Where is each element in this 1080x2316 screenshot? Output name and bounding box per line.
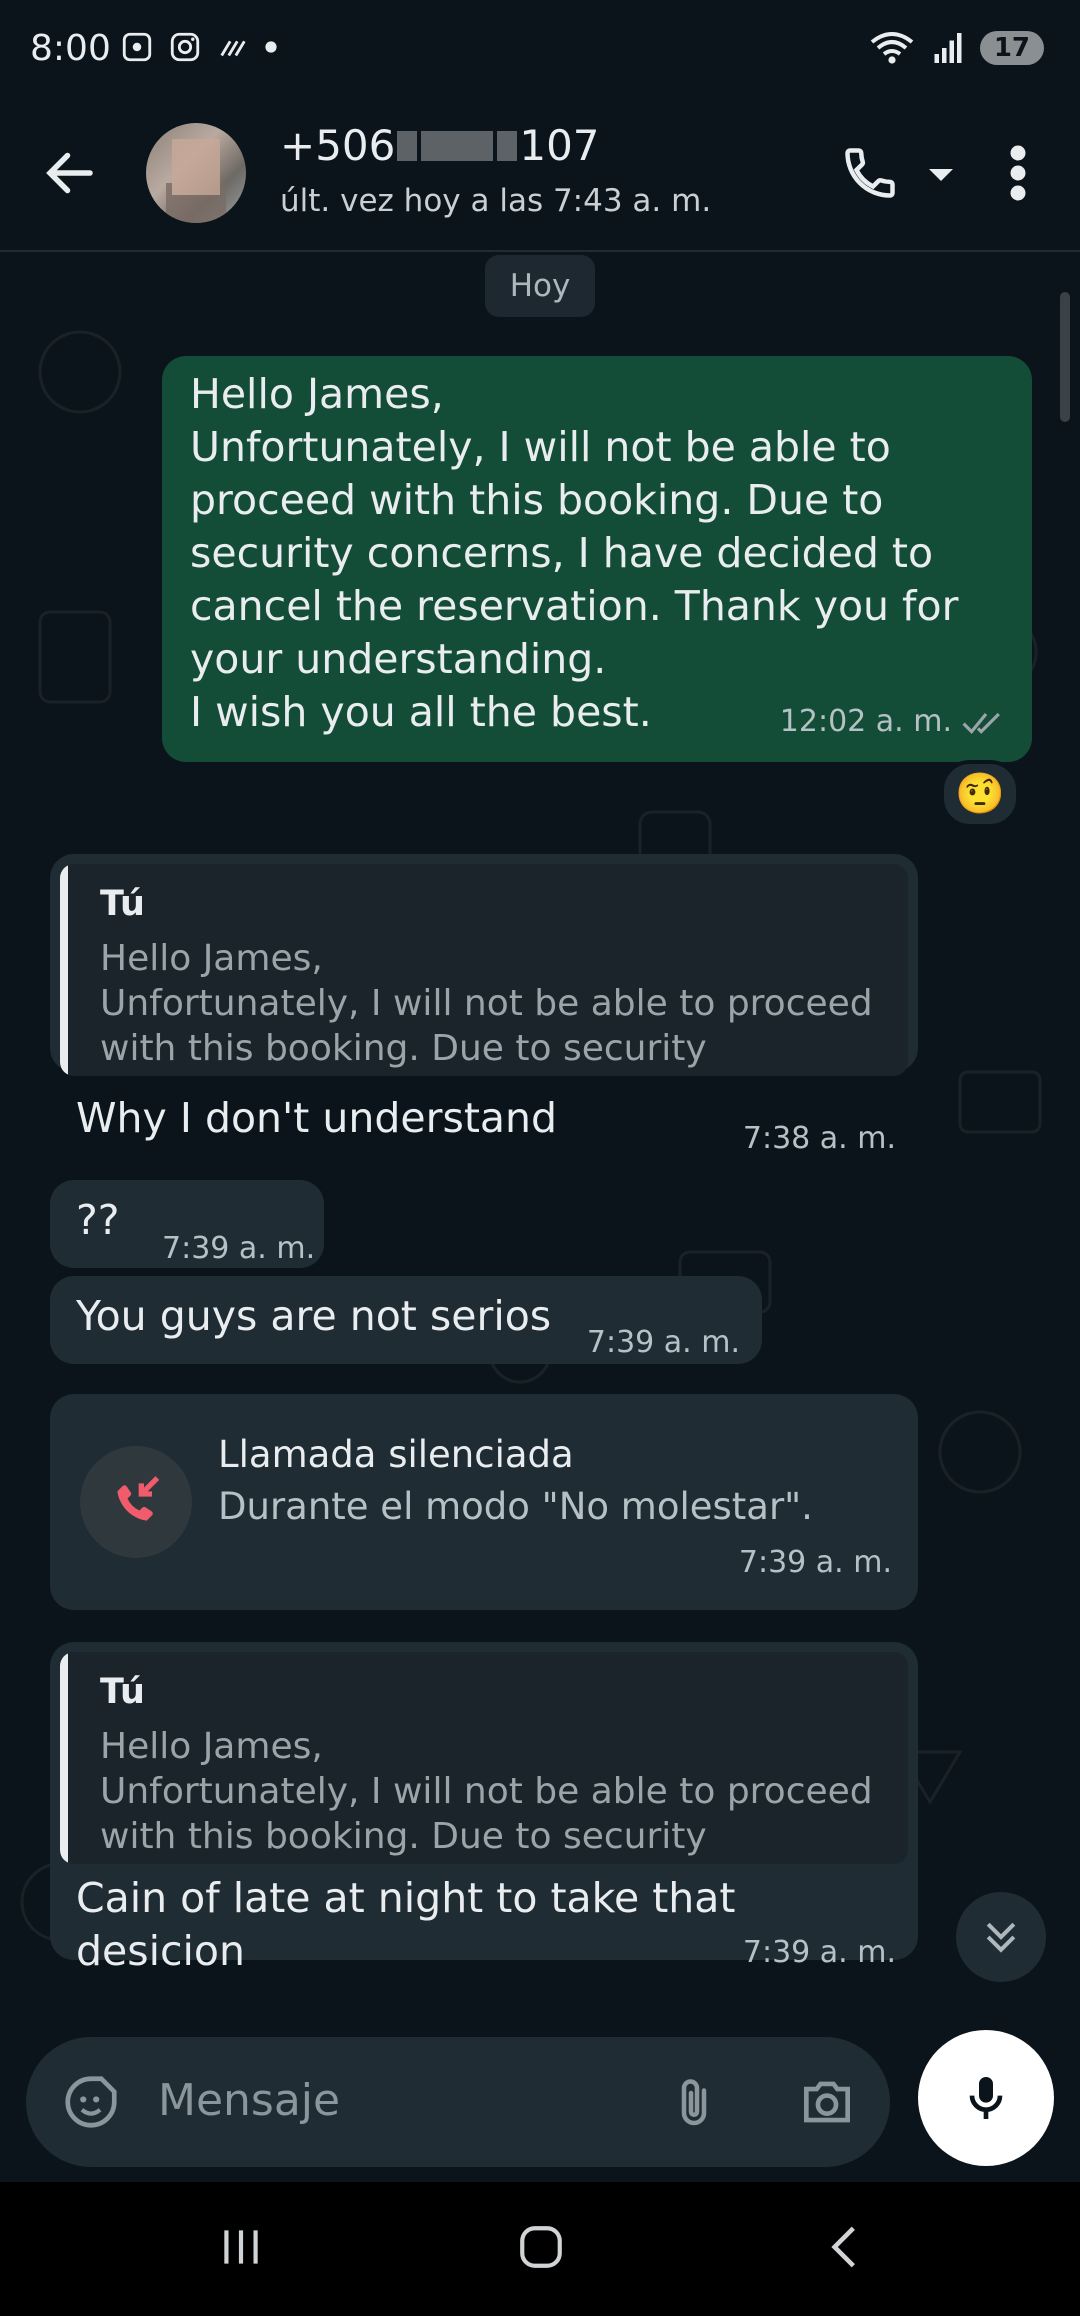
- dot-icon: [265, 41, 277, 53]
- missed-call-badge: [80, 1446, 192, 1558]
- call-title: Llamada silenciada: [218, 1433, 574, 1476]
- message-text: Why I don't understand: [76, 1094, 558, 1142]
- back-arrow-icon[interactable]: [40, 143, 100, 203]
- message-time: 7:39 a. m.: [162, 1231, 316, 1266]
- message-text: You guys are not serios: [76, 1292, 552, 1340]
- microphone-icon: [969, 2077, 1003, 2119]
- quote-text: Hello James, Unfortunately, I will not b…: [100, 1726, 873, 1864]
- contact-name[interactable]: +506 107: [280, 121, 600, 170]
- message-composer: Mensaje: [26, 2037, 890, 2167]
- message-text: Hello James, Unfortunately, I will not b…: [190, 370, 959, 736]
- signal-stripes-icon: [220, 40, 246, 57]
- read-receipt-icon: [962, 712, 1000, 734]
- attach-icon[interactable]: [664, 2073, 724, 2133]
- recent-apps-icon[interactable]: [216, 2222, 266, 2272]
- chat-header: +506 107 últ. vez hoy a las 7:43 a. m.: [0, 105, 1080, 252]
- quote-accent-bar: [60, 864, 68, 1076]
- message-time: 7:39 a. m.: [738, 1545, 892, 1580]
- contact-name-prefix: +506: [280, 121, 396, 170]
- incoming-reply-message[interactable]: Tú Hello James, Unfortunately, I will no…: [50, 854, 918, 1156]
- battery-indicator: 17: [979, 31, 1044, 65]
- message-text: ??: [76, 1196, 120, 1244]
- status-bar: 8:00 17: [0, 0, 1080, 105]
- call-subtitle: Durante el modo "No molestar".: [218, 1485, 813, 1528]
- message-time: 7:39 a. m.: [586, 1325, 740, 1360]
- message-input[interactable]: Mensaje: [158, 2075, 340, 2126]
- contact-name-suffix: 107: [519, 121, 600, 170]
- redacted-block: [397, 130, 418, 161]
- wifi-icon: [870, 32, 914, 64]
- camera-icon[interactable]: [796, 2071, 858, 2133]
- quoted-message[interactable]: Tú Hello James, Unfortunately, I will no…: [60, 1652, 908, 1864]
- sticker-icon[interactable]: [60, 2071, 122, 2133]
- message-time: 7:39 a. m.: [742, 1935, 896, 1970]
- redacted-block: [497, 130, 518, 161]
- last-seen-text: últ. vez hoy a las 7:43 a. m.: [280, 183, 712, 219]
- home-icon[interactable]: [516, 2222, 566, 2272]
- message-reaction[interactable]: 🤨: [940, 760, 1020, 828]
- screenshot-icon: [122, 32, 152, 62]
- silenced-call-icon: [117, 1476, 160, 1521]
- quote-accent-bar: [60, 1652, 68, 1864]
- outgoing-message[interactable]: Hello James, Unfortunately, I will not b…: [162, 356, 1032, 762]
- status-notification-icons: [120, 30, 278, 64]
- scrollbar[interactable]: [1060, 292, 1070, 422]
- call-notification-message[interactable]: Llamada silenciada Durante el modo "No m…: [50, 1394, 918, 1610]
- date-chip: Hoy: [485, 255, 595, 317]
- incoming-reply-message[interactable]: Tú Hello James, Unfortunately, I will no…: [50, 1642, 918, 1975]
- chevron-down-icon[interactable]: [926, 165, 956, 185]
- message-time: 12:02 a. m.: [779, 704, 952, 739]
- double-chevron-down-icon: [986, 1922, 1016, 1953]
- scroll-to-bottom-button[interactable]: [956, 1892, 1046, 1982]
- chat-area[interactable]: Hoy Hello James, Unfortunately, I will n…: [0, 252, 1080, 2182]
- contact-avatar[interactable]: [146, 123, 246, 223]
- incoming-message[interactable]: You guys are not serios 7:39 a. m.: [50, 1276, 762, 1364]
- message-text: Cain of late at night to take that desic…: [76, 1874, 736, 1975]
- redacted-block: [421, 130, 494, 161]
- quote-author: Tú: [100, 1672, 145, 1712]
- voice-call-icon[interactable]: [840, 143, 900, 203]
- quote-author: Tú: [100, 884, 145, 924]
- quoted-message[interactable]: Tú Hello James, Unfortunately, I will no…: [60, 864, 908, 1076]
- status-system-icons: 17: [868, 30, 1044, 66]
- instagram-icon: [170, 32, 200, 62]
- voice-message-button[interactable]: [918, 2030, 1054, 2166]
- more-options-icon[interactable]: [1006, 143, 1030, 203]
- status-time: 8:00: [30, 28, 111, 69]
- incoming-message[interactable]: ?? 7:39 a. m.: [50, 1180, 324, 1268]
- cell-signal-icon: [934, 33, 962, 63]
- message-meta: 12:02 a. m.: [780, 695, 1010, 748]
- message-time: 7:38 a. m.: [742, 1121, 896, 1156]
- back-icon[interactable]: [820, 2222, 870, 2272]
- system-navigation-bar: [0, 2182, 1080, 2316]
- quote-text: Hello James, Unfortunately, I will not b…: [100, 938, 873, 1076]
